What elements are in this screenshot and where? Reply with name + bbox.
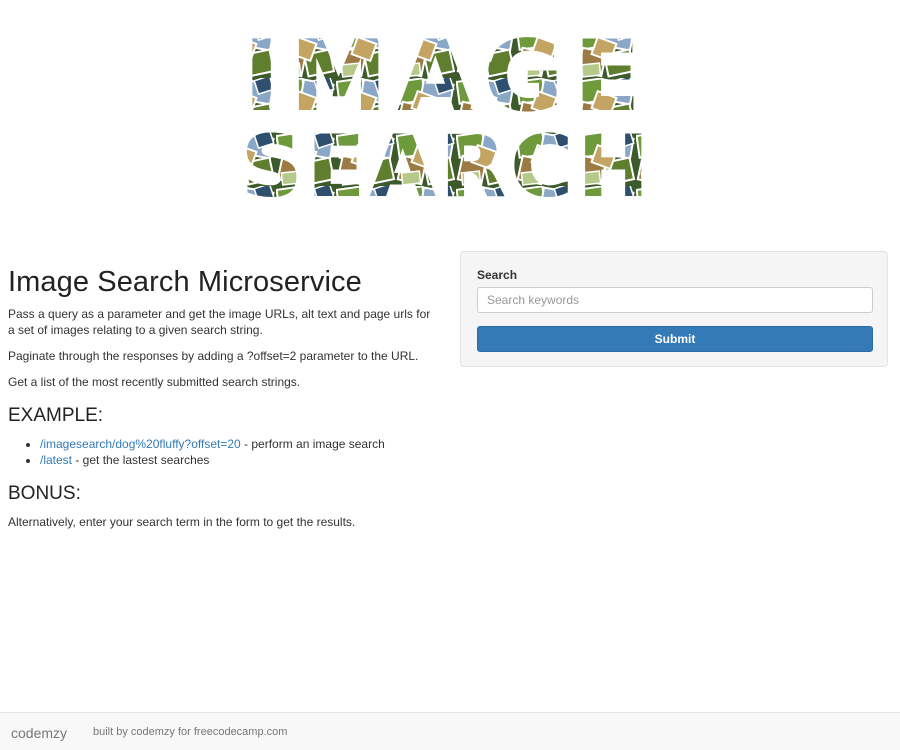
example-description: - perform an image search [240,437,385,451]
page-title: Image Search Microservice [8,266,362,298]
latest-example-link[interactable]: /latest [40,453,72,467]
latest-paragraph: Get a list of the most recently submitte… [8,375,301,389]
page: IMAGE SEARCH Image Search Microservice P… [0,0,900,750]
search-panel: Search Submit [460,251,888,367]
description-paragraph: Pass a query as a parameter and get the … [8,307,431,337]
hero-logo-image: IMAGE SEARCH [241,24,654,200]
logo-line-2: SEARCH [241,117,654,200]
search-label: Search [477,268,518,282]
bonus-paragraph: Alternatively, enter your search term in… [8,515,356,529]
bonus-heading: BONUS: [8,483,81,504]
main-content: Image Search Microservice Pass a query a… [8,264,438,540]
imagesearch-example-link[interactable]: /imagesearch/dog%20fluffy?offset=20 [40,437,241,451]
footer-brand-link[interactable]: codemzy [11,725,67,741]
hero-logo: IMAGE SEARCH [216,24,678,200]
example-list: /imagesearch/dog%20fluffy?offset=20 - pe… [8,436,438,468]
footer: codemzy built by codemzy for freecodecam… [0,712,900,750]
list-item: /latest - get the lastest searches [40,452,438,468]
list-item: /imagesearch/dog%20fluffy?offset=20 - pe… [40,436,438,452]
search-input[interactable] [477,287,873,313]
example-description: - get the lastest searches [72,453,210,467]
example-heading: EXAMPLE: [8,405,104,426]
submit-button[interactable]: Submit [477,326,873,352]
footer-credit: built by codemzy for freecodecamp.com [93,726,288,738]
pagination-paragraph: Paginate through the responses by adding… [8,349,419,363]
